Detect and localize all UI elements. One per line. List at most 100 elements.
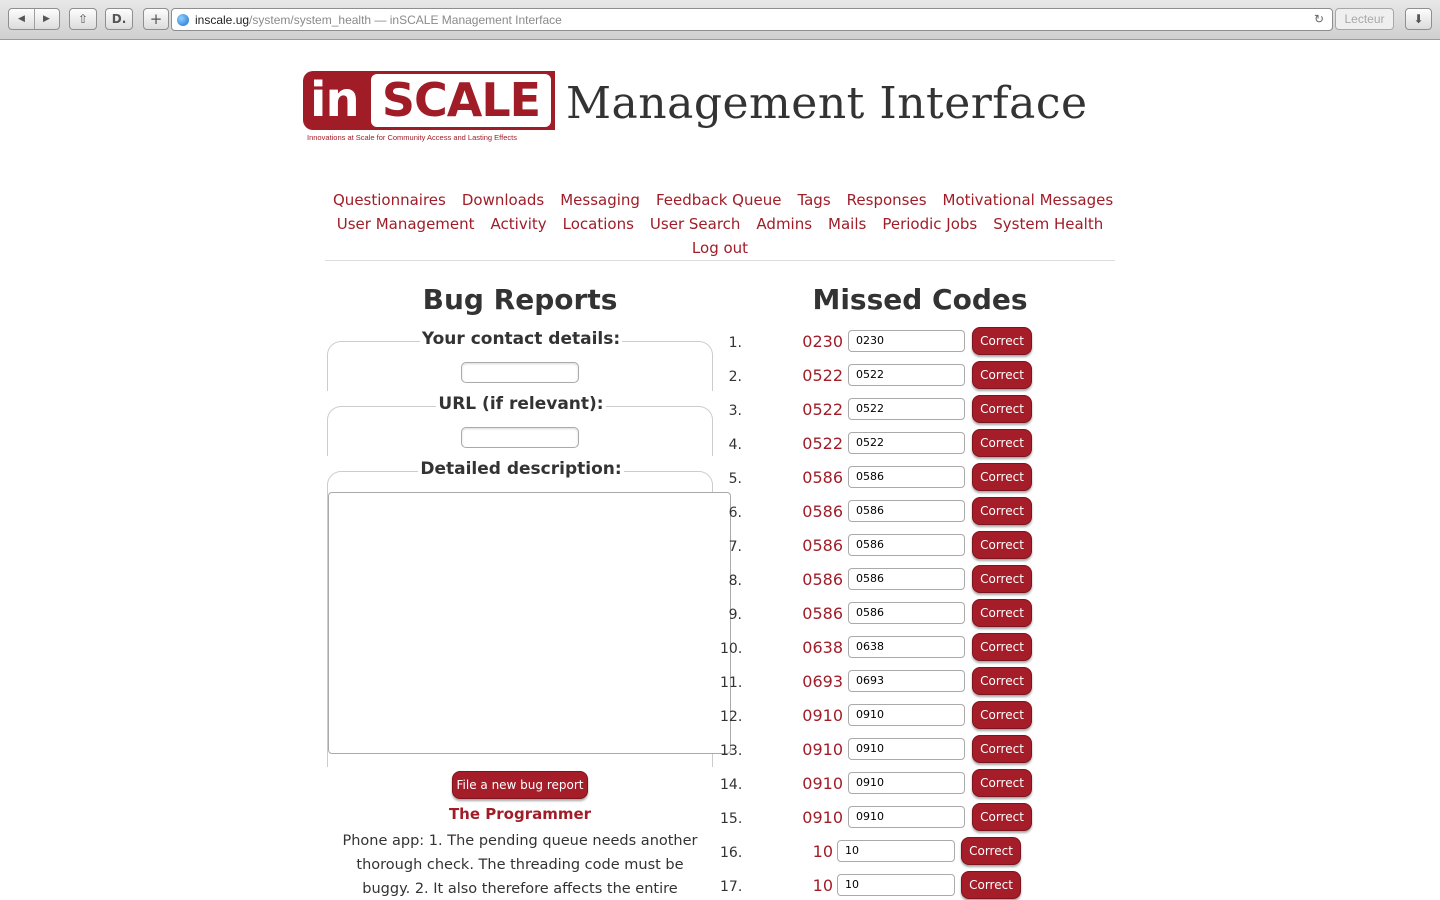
- missed-code-row: 10. 0638 0638 Correct: [720, 633, 1040, 667]
- code-correction-input[interactable]: 0910: [848, 738, 965, 760]
- correct-button[interactable]: Correct: [972, 735, 1032, 763]
- nav-link-log-out[interactable]: Log out: [692, 239, 748, 257]
- correct-button[interactable]: Correct: [972, 599, 1032, 627]
- correct-button[interactable]: Correct: [972, 497, 1032, 525]
- row-number: 13.: [720, 743, 743, 759]
- report-text: Phone app: 1. The pending queue needs an…: [342, 833, 698, 897]
- code-correction-input[interactable]: 0522: [848, 398, 965, 420]
- url-page-title: — inSCALE Management Interface: [371, 12, 562, 27]
- missed-code-value: 0910: [802, 706, 843, 725]
- nav-link-user-management[interactable]: User Management: [337, 215, 475, 233]
- description-textarea[interactable]: [328, 492, 731, 754]
- plus-icon: +: [149, 10, 163, 28]
- code-correction-input[interactable]: 0910: [848, 806, 965, 828]
- file-bug-report-button[interactable]: File a new bug report: [452, 771, 588, 799]
- address-bar[interactable]: inscale.ug /system/system_health — inSCA…: [171, 8, 1333, 31]
- code-correction-input[interactable]: 0586: [848, 602, 965, 624]
- missed-codes-heading: Missed Codes: [812, 283, 1028, 316]
- missed-code-value: 0693: [802, 672, 843, 691]
- correct-button[interactable]: Correct: [972, 395, 1032, 423]
- nav-link-messaging[interactable]: Messaging: [560, 191, 640, 209]
- row-number: 2.: [728, 369, 742, 385]
- row-number: 1.: [728, 335, 742, 351]
- inscale-logo: in SCALE Innovations at Scale for Commun…: [303, 71, 555, 142]
- code-correction-input[interactable]: 0586: [848, 500, 965, 522]
- nav-divider: [325, 260, 1115, 261]
- missed-code-value: 0586: [802, 570, 843, 589]
- row-number: 5.: [728, 471, 742, 487]
- missed-code-row: 5. 0586 0586 Correct: [720, 463, 1040, 497]
- code-correction-input[interactable]: 0230: [848, 330, 965, 352]
- code-correction-input[interactable]: 0910: [848, 772, 965, 794]
- url-input[interactable]: [461, 427, 579, 448]
- correct-button[interactable]: Correct: [972, 361, 1032, 389]
- share-icon: ⇧: [77, 12, 89, 26]
- main-nav: Questionnaires Downloads Messaging Feedback…: [325, 188, 1115, 260]
- correct-button[interactable]: Correct: [972, 667, 1032, 695]
- row-number: 15.: [720, 811, 743, 827]
- missed-code-value: 10: [812, 876, 833, 895]
- missed-code-row: 8. 0586 0586 Correct: [720, 565, 1040, 599]
- nav-link-locations[interactable]: Locations: [563, 215, 634, 233]
- correct-button[interactable]: Correct: [972, 633, 1032, 661]
- code-correction-input[interactable]: 0586: [848, 466, 965, 488]
- nav-link-periodic-jobs[interactable]: Periodic Jobs: [882, 215, 977, 233]
- nav-link-responses[interactable]: Responses: [847, 191, 927, 209]
- correct-button[interactable]: Correct: [972, 701, 1032, 729]
- missed-code-row: 12. 0910 0910 Correct: [720, 701, 1040, 735]
- forward-icon[interactable]: ▶: [35, 14, 59, 24]
- url-host: inscale.ug: [195, 12, 250, 27]
- nav-link-admins[interactable]: Admins: [756, 215, 812, 233]
- nav-link-downloads[interactable]: Downloads: [462, 191, 544, 209]
- row-number: 16.: [720, 845, 743, 861]
- nav-link-system-health[interactable]: System Health: [993, 215, 1103, 233]
- reader-button[interactable]: Lecteur: [1335, 8, 1394, 30]
- correct-button[interactable]: Correct: [972, 565, 1032, 593]
- code-correction-input[interactable]: 10: [837, 874, 955, 896]
- correct-button[interactable]: Correct: [972, 531, 1032, 559]
- missed-code-value: 0230: [802, 332, 843, 351]
- new-tab-button[interactable]: +: [143, 8, 169, 30]
- missed-code-value: 0522: [802, 434, 843, 453]
- missed-code-value: 0910: [802, 808, 843, 827]
- bookmark-button[interactable]: D.: [105, 8, 133, 30]
- correct-button[interactable]: Correct: [972, 769, 1032, 797]
- downloads-button[interactable]: ⬇: [1405, 8, 1432, 30]
- code-correction-input[interactable]: 0693: [848, 670, 965, 692]
- browser-toolbar: ◀ ▶ ⇧ D. + inscale.ug /system/system_hea…: [0, 0, 1440, 40]
- missed-code-value: 10: [812, 842, 833, 861]
- nav-link-activity[interactable]: Activity: [491, 215, 547, 233]
- code-correction-input[interactable]: 10: [837, 840, 955, 862]
- back-forward-buttons: ◀ ▶: [8, 8, 60, 30]
- nav-link-user-search[interactable]: User Search: [650, 215, 741, 233]
- reload-icon[interactable]: ↻: [1314, 12, 1324, 26]
- contact-details-input[interactable]: [461, 362, 579, 383]
- missed-code-value: 0910: [802, 740, 843, 759]
- nav-link-feedback-queue[interactable]: Feedback Queue: [656, 191, 781, 209]
- back-icon[interactable]: ◀: [10, 14, 34, 24]
- report-author: The Programmer: [448, 805, 592, 823]
- code-correction-input[interactable]: 0638: [848, 636, 965, 658]
- globe-icon: [177, 13, 189, 26]
- code-correction-input[interactable]: 0522: [848, 432, 965, 454]
- code-correction-input[interactable]: 0586: [848, 568, 965, 590]
- nav-link-tags[interactable]: Tags: [797, 191, 830, 209]
- code-correction-input[interactable]: 0910: [848, 704, 965, 726]
- row-number: 10.: [720, 641, 743, 657]
- correct-button[interactable]: Correct: [972, 327, 1032, 355]
- correct-button[interactable]: Correct: [972, 803, 1032, 831]
- correct-button[interactable]: Correct: [961, 871, 1021, 899]
- code-correction-input[interactable]: 0586: [848, 534, 965, 556]
- code-correction-input[interactable]: 0522: [848, 364, 965, 386]
- nav-link-mails[interactable]: Mails: [828, 215, 866, 233]
- missed-code-row: 11. 0693 0693 Correct: [720, 667, 1040, 701]
- bookmark-icon: D.: [111, 12, 127, 26]
- correct-button[interactable]: Correct: [972, 429, 1032, 457]
- correct-button[interactable]: Correct: [961, 837, 1021, 865]
- nav-link-motivational-messages[interactable]: Motivational Messages: [943, 191, 1114, 209]
- missed-code-value: 0522: [802, 400, 843, 419]
- share-button[interactable]: ⇧: [69, 8, 97, 30]
- missed-code-row: 3. 0522 0522 Correct: [720, 395, 1040, 429]
- correct-button[interactable]: Correct: [972, 463, 1032, 491]
- nav-link-questionnaires[interactable]: Questionnaires: [333, 191, 446, 209]
